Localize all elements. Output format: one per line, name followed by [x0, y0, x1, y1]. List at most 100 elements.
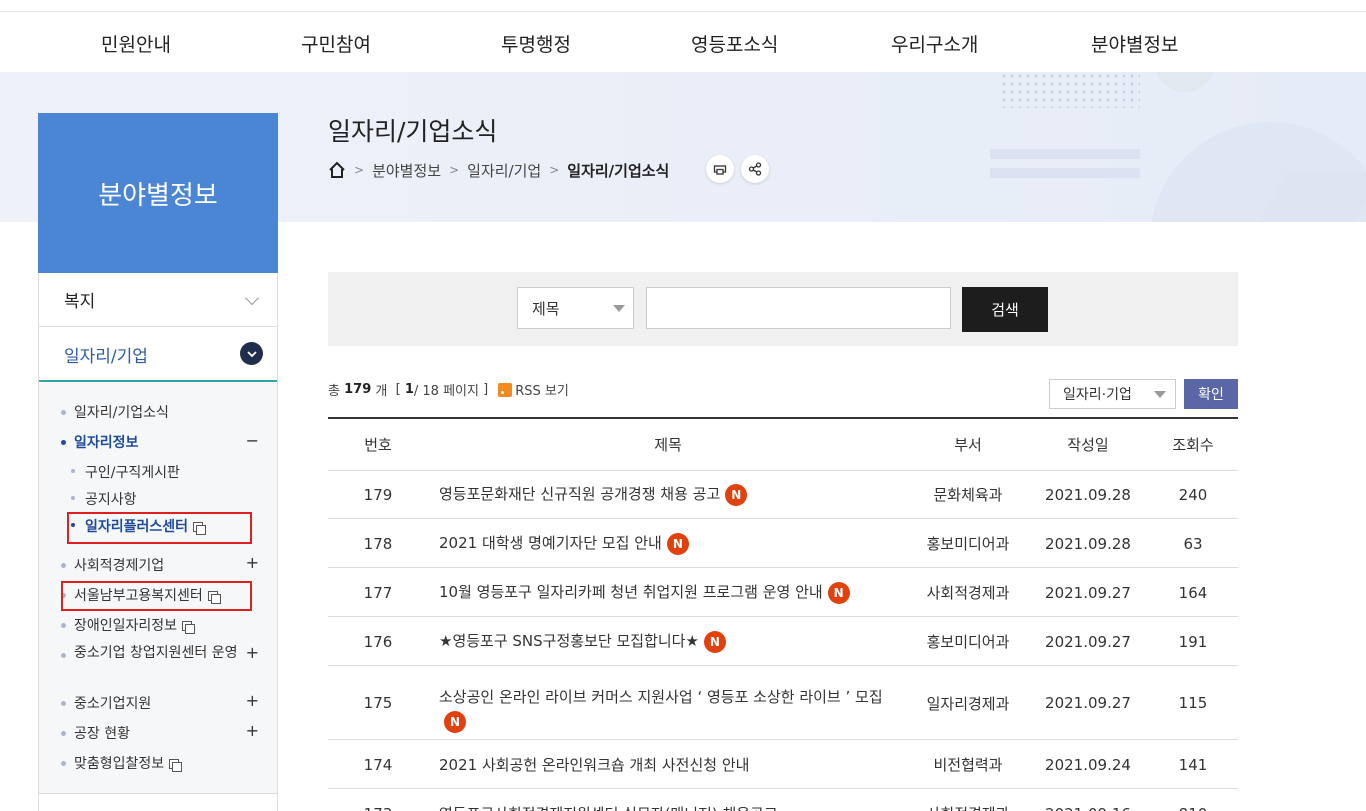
- bullet-icon: [61, 761, 66, 766]
- submenu-item-job-board[interactable]: 구인/구직게시판: [85, 462, 180, 482]
- row-title[interactable]: 2021 대학생 명예기자단 모집 안내 N: [439, 520, 909, 567]
- submenu-item-bid-info[interactable]: 맞춤형입찰정보: [74, 753, 183, 773]
- row-title-text: 소상공인 온라인 라이브 커머스 지원사업 ‘ 영등포 소상한 라이브 ’ 모집…: [439, 673, 909, 733]
- breadcrumb-current: 일자리/기업소식: [567, 161, 670, 180]
- gnb-item-about[interactable]: 우리구소개: [891, 30, 978, 57]
- page-bracket-close: ]: [483, 382, 489, 397]
- page-bracket-open: [: [395, 382, 401, 397]
- bullet-icon: [71, 496, 75, 500]
- submenu-item-notice[interactable]: 공지사항: [85, 489, 137, 509]
- header-number: 번호: [364, 436, 392, 454]
- gnb-item-field-info[interactable]: 분야별정보: [1091, 30, 1178, 57]
- row-title[interactable]: 영등포문화재단 신규직원 공개경쟁 채용 공고 N: [439, 471, 909, 518]
- row-title-label: 2021 대학생 명예기자단 모집 안내: [439, 534, 662, 552]
- confirm-button[interactable]: 확인: [1184, 379, 1238, 409]
- banner-decoration: [990, 149, 1140, 159]
- bullet-icon: [61, 563, 66, 568]
- header-date: 작성일: [1067, 436, 1109, 454]
- row-views: 141: [1178, 755, 1208, 774]
- external-link-icon: [169, 759, 183, 772]
- dropdown-arrow-icon: [1154, 391, 1166, 398]
- submenu-item-factory-status[interactable]: 공장 현황: [74, 723, 130, 743]
- submenu-item-social-economy[interactable]: 사회적경제기업: [74, 555, 164, 575]
- gnb-item-transparency[interactable]: 투명행정: [501, 30, 571, 57]
- breadcrumb-separator: >: [354, 163, 365, 177]
- row-department: 사회적경제과: [918, 790, 1018, 811]
- row-date: 2021.09.28: [1045, 485, 1131, 504]
- row-number: 176: [363, 632, 393, 651]
- row-views: 191: [1178, 632, 1208, 651]
- row-views: 164: [1178, 583, 1208, 602]
- collapse-toggle[interactable]: [240, 342, 263, 365]
- row-title-text: 영등포문화재단 신규직원 공개경쟁 채용 공고 N: [439, 483, 748, 506]
- row-title-label: 2021 사회공헌 온라인워크숍 개최 사전신청 안내: [439, 756, 750, 774]
- row-title-text: 2021 사회공헌 온라인워크숍 개최 사전신청 안내: [439, 754, 749, 775]
- sidebar-item-label: 복지: [64, 292, 96, 312]
- row-title[interactable]: 2021 사회공헌 온라인워크숍 개최 사전신청 안내: [439, 741, 909, 788]
- header-title: 제목: [654, 436, 682, 454]
- sidebar-item-welfare[interactable]: 복지: [39, 273, 277, 327]
- submenu-item-startup-center[interactable]: 중소기업 창업지원센터 운영: [74, 645, 246, 662]
- sidebar-item-label: 일자리/기업: [64, 346, 148, 367]
- chevron-down-icon: [246, 350, 257, 357]
- category-select[interactable]: 일자리·기업: [1049, 379, 1176, 409]
- row-title-label: 10월 영등포구 일자리카페 청년 취업지원 프로그램 운영 안내: [439, 583, 823, 601]
- row-title[interactable]: 소상공인 온라인 라이브 커머스 지원사업 ‘ 영등포 소상한 라이브 ’ 모집…: [439, 667, 909, 739]
- highlight-box: [67, 512, 252, 544]
- share-button[interactable]: [741, 155, 769, 183]
- search-panel: 제목 검색: [328, 272, 1238, 346]
- submenu-item-job-news[interactable]: 일자리/기업소식: [74, 402, 169, 422]
- row-title-text: 2021 대학생 명예기자단 모집 안내 N: [439, 532, 689, 555]
- row-number: 177: [363, 583, 393, 602]
- row-title-label: 영등포구사회적경제지원센터 실무자(매니저) 채용공고: [439, 805, 778, 811]
- table-row: 173 영등포구사회적경제지원센터 실무자(매니저) 채용공고 사회적경제과 2021…: [328, 790, 1238, 811]
- search-input[interactable]: [646, 287, 951, 329]
- submenu-item-job-info[interactable]: 일자리정보: [74, 432, 138, 452]
- gnb-item-participation[interactable]: 구민참여: [301, 30, 371, 57]
- expand-icon[interactable]: +: [246, 553, 259, 572]
- new-badge: N: [444, 711, 466, 733]
- gnb-item-civil[interactable]: 민원안내: [101, 30, 171, 57]
- total-pages: / 18 페이지: [413, 384, 479, 399]
- expand-icon[interactable]: +: [246, 643, 259, 662]
- divider: [39, 793, 277, 794]
- header-department: 부서: [954, 436, 982, 454]
- row-date: 2021.09.24: [1045, 755, 1131, 774]
- row-number: 178: [363, 534, 393, 553]
- category-value: 일자리·기업: [1063, 387, 1132, 403]
- bullet-icon: [61, 653, 66, 658]
- rss-link[interactable]: RSS 보기: [515, 380, 569, 399]
- breadcrumb-item[interactable]: 분야별정보: [372, 160, 441, 181]
- row-number: 174: [363, 755, 393, 774]
- sidebar-item-jobs[interactable]: 일자리/기업: [39, 328, 277, 382]
- breadcrumb-item[interactable]: 일자리/기업: [467, 160, 541, 181]
- expand-icon[interactable]: +: [246, 721, 259, 740]
- new-badge: N: [666, 533, 689, 555]
- bullet-icon: [61, 440, 66, 445]
- row-title[interactable]: ★영등포구 SNS구정홍보단 모집합니다★ N: [439, 618, 909, 665]
- search-button[interactable]: 검색: [962, 287, 1048, 332]
- row-title[interactable]: 10월 영등포구 일자리카페 청년 취업지원 프로그램 운영 안내 N: [439, 569, 909, 616]
- expand-icon[interactable]: +: [246, 691, 259, 710]
- table-row: 175 소상공인 온라인 라이브 커머스 지원사업 ‘ 영등포 소상한 라이브 ’…: [328, 667, 1238, 740]
- breadcrumb: > 분야별정보 > 일자리/기업 > 일자리/기업소식: [328, 158, 669, 182]
- rss-icon: [498, 382, 513, 397]
- row-number: 173: [328, 790, 428, 811]
- header-views: 조회수: [1172, 436, 1214, 454]
- print-button[interactable]: [706, 155, 734, 183]
- row-title-text: 10월 영등포구 일자리카페 청년 취업지원 프로그램 운영 안내 N: [439, 581, 850, 604]
- current-page: 1: [404, 382, 414, 397]
- list-summary: 총 179 개 [ 1 / 18 페이지 ] RSS 보기: [328, 380, 569, 399]
- row-date: 2021.09.16: [1033, 790, 1143, 811]
- collapse-icon[interactable]: −: [246, 431, 259, 450]
- row-date: 2021.09.27: [1045, 632, 1131, 651]
- gnb-item-news[interactable]: 영등포소식: [691, 30, 778, 57]
- row-title[interactable]: 영등포구사회적경제지원센터 실무자(매니저) 채용공고: [439, 790, 909, 811]
- row-views: 810: [1143, 790, 1243, 811]
- row-views: 240: [1178, 485, 1208, 504]
- home-icon[interactable]: [328, 161, 346, 179]
- submenu-item-disabled-jobs[interactable]: 장애인일자리정보: [74, 615, 196, 635]
- print-icon: [713, 165, 727, 175]
- search-field-select[interactable]: 제목: [517, 287, 634, 329]
- submenu-item-sme-support[interactable]: 중소기업지원: [74, 693, 151, 713]
